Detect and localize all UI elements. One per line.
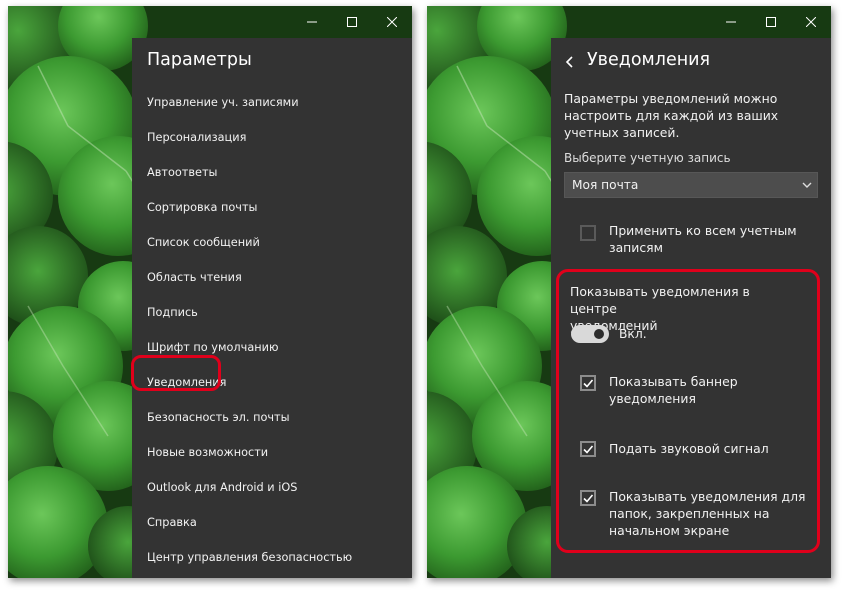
apply-all-checkbox[interactable] [580,225,596,241]
close-icon [806,17,816,27]
menu-item-outlook-mobile[interactable]: Outlook для Android и iOS [147,481,297,494]
maximize-button[interactable] [751,6,791,38]
close-button[interactable] [372,6,412,38]
account-select-value: Моя почта [572,178,639,192]
menu-item-accounts[interactable]: Управление уч. записями [147,96,299,109]
apply-all-label: Применить ко всем учетным записям [609,223,797,255]
page-title: Уведомления [587,50,711,70]
menu-item-message-list[interactable]: Список сообщений [147,236,260,249]
menu-item-default-font[interactable]: Шрифт по умолчанию [147,341,279,354]
menu-item-auto-replies[interactable]: Автоответы [147,166,217,179]
menu-item-help[interactable]: Справка [147,516,197,529]
minimize-button[interactable] [711,6,751,38]
menu-item-email-security[interactable]: Безопасность эл. почты [147,411,290,424]
notification-options-highlight-annotation [556,269,820,553]
menu-item-signature[interactable]: Подпись [147,306,198,319]
close-icon [387,17,397,27]
close-button[interactable] [791,6,831,38]
title-bar [711,6,831,38]
menu-item-personalization[interactable]: Персонализация [147,131,246,144]
minimize-icon [726,21,736,23]
title-bar [292,6,412,38]
chevron-down-icon [802,182,812,188]
menu-item-mail-sorting[interactable]: Сортировка почты [147,201,257,214]
menu-item-reading-pane[interactable]: Область чтения [147,271,242,284]
settings-panel: Параметры Управление уч. записями Персон… [132,38,412,578]
notifications-window: Уведомления Параметры уведомлений можно … [427,6,831,578]
menu-item-trust-center[interactable]: Центр управления безопасностью [147,551,352,564]
notifications-highlight-annotation [131,355,221,391]
back-arrow-icon[interactable] [565,56,573,68]
minimize-button[interactable] [292,6,332,38]
menu-item-whats-new[interactable]: Новые возможности [147,446,268,459]
notifications-description: Параметры уведомлений можно настроить дл… [564,91,779,140]
account-select[interactable]: Моя почта [564,172,818,198]
minimize-icon [307,21,317,23]
maximize-icon [766,17,776,27]
maximize-button[interactable] [332,6,372,38]
choose-account-label: Выберите учетную запись [564,151,731,165]
settings-title: Параметры [147,50,252,70]
maximize-icon [347,17,357,27]
settings-window: Параметры Управление уч. записями Персон… [8,6,412,578]
